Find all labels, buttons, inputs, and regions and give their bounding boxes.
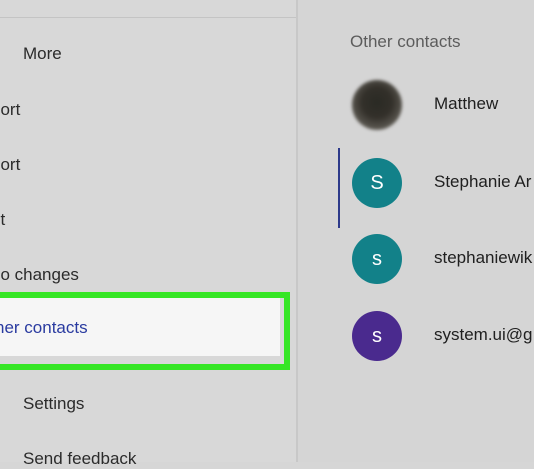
menu-item-export[interactable]: port — [0, 100, 20, 120]
contact-row[interactable]: S Stephanie Ar — [298, 148, 534, 228]
menu-divider — [0, 17, 296, 18]
menu-item-more[interactable]: More — [23, 44, 62, 64]
avatar: S — [352, 158, 402, 208]
contact-row[interactable]: s stephaniewik — [298, 234, 534, 290]
contact-row[interactable]: s system.ui@g — [298, 311, 534, 367]
contact-name: system.ui@g — [434, 325, 533, 344]
menu-item-import[interactable]: port — [0, 155, 20, 175]
menu-item-send-feedback[interactable]: Send feedback — [23, 449, 136, 469]
avatar-initial: S — [370, 171, 384, 194]
section-title: Other contacts — [350, 32, 461, 51]
contact-name: stephaniewik — [434, 248, 533, 267]
contact-row[interactable]: Matthew — [298, 80, 534, 136]
avatar-photo — [352, 80, 402, 130]
menu-item-undo-changes[interactable]: do changes — [0, 265, 79, 285]
highlight-annotation-box — [0, 292, 290, 370]
avatar-initial: s — [372, 324, 382, 347]
contact-name: Stephanie Ar — [434, 172, 532, 191]
avatar-initial: s — [372, 247, 382, 270]
menu-item-settings[interactable]: Settings — [23, 394, 84, 414]
selection-indicator — [338, 148, 340, 228]
menu-item-print[interactable]: nt — [0, 210, 5, 230]
contact-name: Matthew — [434, 94, 499, 113]
avatar: s — [352, 234, 402, 284]
avatar: s — [352, 311, 402, 361]
other-contacts-panel: Other contacts Matthew S Stephanie Ar s … — [298, 0, 534, 462]
navigation-menu: More port port nt do changes her contact… — [0, 0, 296, 468]
